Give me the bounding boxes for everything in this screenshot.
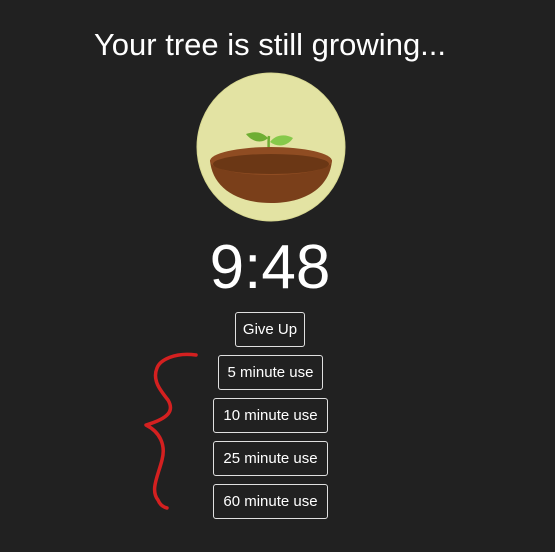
sixty-minute-use-button[interactable]: 60 minute use <box>213 484 328 519</box>
five-minute-use-button[interactable]: 5 minute use <box>218 355 323 390</box>
page-title: Your tree is still growing... <box>93 27 447 62</box>
give-up-button[interactable]: Give Up <box>235 312 305 347</box>
ten-minute-use-button[interactable]: 10 minute use <box>213 398 328 433</box>
sprout-in-pot-icon <box>196 72 346 222</box>
countdown-timer: 9:48 <box>209 233 331 302</box>
twenty-five-minute-use-button[interactable]: 25 minute use <box>213 441 328 476</box>
